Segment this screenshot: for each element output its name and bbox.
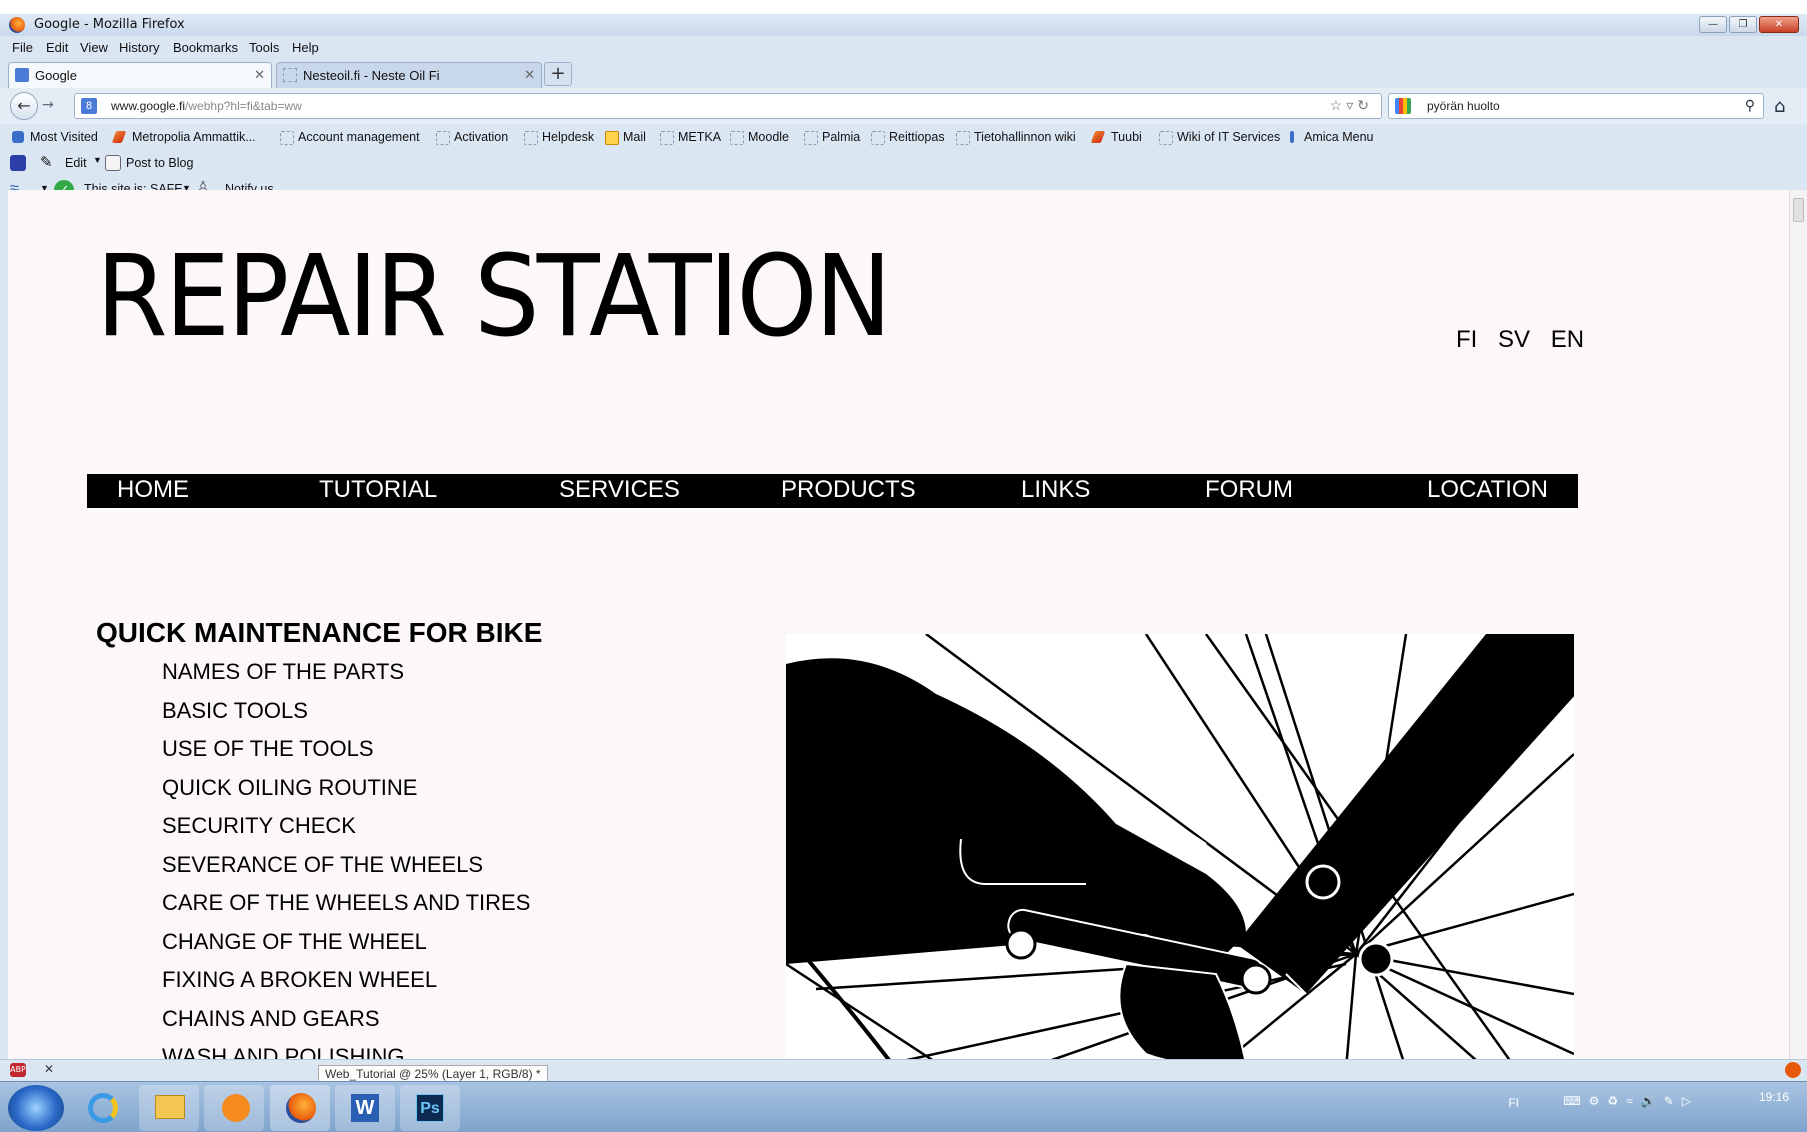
window-controls: — ❐ ✕: [1699, 16, 1799, 33]
input-language[interactable]: FI: [1508, 1096, 1519, 1110]
address-bar[interactable]: 8 www.google.fi/webhp?hl=fi&tab=ww ☆▿↻: [74, 93, 1382, 119]
lang-fi-link[interactable]: FI: [1456, 326, 1477, 353]
reload-icon[interactable]: ↻: [1357, 97, 1373, 113]
bookmark-tietohallinnon-wiki[interactable]: Tietohallinnon wiki: [956, 130, 1076, 145]
close-button[interactable]: ✕: [1759, 16, 1799, 33]
nav-services[interactable]: SERVICES: [559, 476, 680, 504]
new-tab-button[interactable]: +: [544, 62, 572, 86]
minimize-button[interactable]: —: [1699, 16, 1727, 33]
menu-help[interactable]: Help: [292, 40, 319, 55]
nav-products[interactable]: PRODUCTS: [781, 476, 916, 504]
nav-links[interactable]: LINKS: [1021, 476, 1090, 504]
tab-label: Google: [35, 68, 77, 83]
windows-start-icon[interactable]: [8, 1085, 64, 1131]
nav-forum[interactable]: FORUM: [1205, 476, 1293, 504]
explorer-icon[interactable]: [139, 1085, 199, 1131]
chevron-down-icon[interactable]: ▼: [93, 155, 102, 165]
menu-file[interactable]: File: [12, 40, 33, 55]
tab-google[interactable]: Google ✕: [8, 62, 272, 88]
bookmark-amica-menu[interactable]: Amica Menu: [1286, 130, 1373, 144]
close-tab-icon[interactable]: ✕: [524, 67, 535, 83]
page-content: REPAIR STATION FI SV EN: [8, 190, 1789, 1059]
close-tab-icon[interactable]: ✕: [254, 67, 265, 83]
lang-en-link[interactable]: EN: [1551, 326, 1584, 353]
bookmark-account-management[interactable]: Account management: [280, 130, 420, 145]
firefox-taskbar-icon[interactable]: [270, 1085, 330, 1131]
tab-label: Nesteoil.fi - Neste Oil Fi: [303, 68, 440, 83]
lang-sv-link[interactable]: SV: [1498, 326, 1530, 353]
bookmarks-toolbar: Most Visited Metropolia Ammattik... Acco…: [0, 124, 1807, 150]
nav-home[interactable]: HOME: [117, 476, 189, 504]
page-favicon: [283, 68, 297, 82]
status-bar: ABP ✕: [0, 1059, 1807, 1081]
bookmark-reittiopas[interactable]: Reittiopas: [871, 130, 945, 145]
word-icon[interactable]: W: [335, 1085, 395, 1131]
post-blog-icon: [105, 155, 121, 171]
tray-icons[interactable]: ⌨⚙♻≈🔊✎▷: [1563, 1094, 1699, 1108]
search-icon[interactable]: ⚲: [1745, 97, 1755, 114]
bookmark-wiki-it-services[interactable]: Wiki of IT Services: [1159, 130, 1280, 145]
bookmark-activation[interactable]: Activation: [436, 130, 508, 145]
bookmark-tuubi[interactable]: Tuubi: [1093, 130, 1142, 144]
toolbar-logo-icon[interactable]: [10, 155, 26, 171]
close-icon[interactable]: ✕: [44, 1062, 54, 1076]
back-arrow-icon[interactable]: ←: [10, 92, 38, 120]
title-bar: Google - Mozilla Firefox — ❐ ✕: [0, 14, 1807, 36]
search-engine-icon[interactable]: [1395, 98, 1411, 114]
photoshop-icon[interactable]: Ps: [400, 1085, 460, 1131]
nav-location[interactable]: LOCATION: [1427, 476, 1548, 504]
clock-time[interactable]: 19:16: [1759, 1090, 1789, 1104]
bookmark-metka[interactable]: METKA: [660, 130, 721, 145]
media-player-icon[interactable]: [204, 1085, 264, 1131]
url-path: /webhp?hl=fi&tab=ww: [185, 99, 302, 113]
dropdown-icon[interactable]: ▿: [1346, 97, 1357, 113]
bookmark-most-visited[interactable]: Most Visited: [12, 130, 98, 144]
restore-button[interactable]: ❐: [1729, 16, 1757, 33]
menu-bar: File Edit View History Bookmarks Tools H…: [0, 36, 1807, 58]
edit-pencil-icon: ✎: [40, 154, 53, 171]
windows-taskbar: W Ps FI ⌨⚙♻≈🔊✎▷ 19:16: [0, 1081, 1807, 1132]
post-to-blog-button[interactable]: Post to Blog: [126, 156, 193, 170]
internet-explorer-icon[interactable]: [74, 1085, 134, 1131]
edit-button[interactable]: Edit: [65, 156, 87, 170]
main-navigation: HOME TUTORIAL SERVICES PRODUCTS LINKS FO…: [87, 474, 1578, 508]
menu-edit[interactable]: Edit: [46, 40, 68, 55]
bookmark-moodle[interactable]: Moodle: [730, 130, 789, 145]
menu-tools[interactable]: Tools: [249, 40, 279, 55]
search-bar[interactable]: pyörän huolto ⚲: [1388, 93, 1764, 119]
tab-bar: Google ✕ Nesteoil.fi - Neste Oil Fi ✕: [0, 60, 1807, 88]
google-favicon: [15, 68, 29, 82]
site-title: REPAIR STATION: [96, 232, 892, 362]
tab-nesteoil[interactable]: Nesteoil.fi - Neste Oil Fi ✕: [276, 62, 542, 88]
url-domain: www.google.fi: [111, 99, 186, 113]
bookmark-helpdesk[interactable]: Helpdesk: [524, 130, 594, 145]
bookmark-mail[interactable]: Mail: [605, 130, 646, 145]
scrollbar-thumb[interactable]: [1793, 198, 1804, 222]
home-icon[interactable]: ⌂: [1774, 96, 1785, 117]
firefox-status-icon: [1785, 1062, 1801, 1078]
vertical-scrollbar[interactable]: [1789, 190, 1807, 1059]
menu-history[interactable]: History: [119, 40, 159, 55]
google-favicon: 8: [81, 98, 97, 114]
nav-tutorial[interactable]: TUTORIAL: [319, 476, 437, 504]
bookmark-star-icon[interactable]: ☆: [1330, 97, 1347, 113]
menu-bookmarks[interactable]: Bookmarks: [173, 40, 238, 55]
language-switcher: FI SV EN: [1456, 326, 1598, 354]
window-title: Google - Mozilla Firefox: [34, 17, 185, 32]
bookmark-palmia[interactable]: Palmia: [804, 130, 860, 145]
forward-arrow-icon[interactable]: →: [42, 97, 54, 113]
menu-view[interactable]: View: [80, 40, 108, 55]
adblock-icon[interactable]: ABP: [10, 1063, 26, 1077]
blog-toolbar: ✎ Edit ▼ Post to Blog: [0, 150, 1807, 176]
bookmark-metropolia[interactable]: Metropolia Ammattik...: [114, 130, 256, 144]
firefox-icon: [9, 17, 25, 33]
navigation-bar: ← → 8 www.google.fi/webhp?hl=fi&tab=ww ☆…: [0, 88, 1807, 124]
search-value: pyörän huolto: [1427, 99, 1500, 113]
